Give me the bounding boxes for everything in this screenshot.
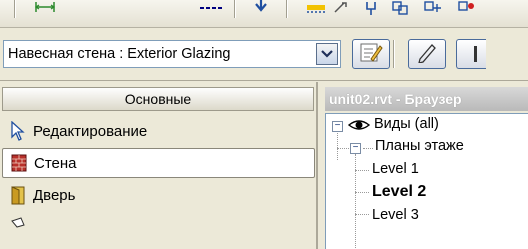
design-bar-tab-basics[interactable]: Основные xyxy=(2,87,314,111)
toolbar-separator xyxy=(286,0,288,18)
type-selector-dropdown[interactable]: Навесная стена : Exterior Glazing xyxy=(3,40,341,68)
tree-line xyxy=(355,214,369,215)
toolbar-separator xyxy=(234,0,236,18)
dim-style-icon[interactable] xyxy=(332,0,350,18)
copy-icon-2[interactable] xyxy=(422,0,444,18)
design-bar-item-door[interactable]: Дверь xyxy=(2,180,315,210)
tree-line xyxy=(355,154,356,249)
eye-icon xyxy=(347,117,371,137)
tree-node-label: Виды (all) xyxy=(374,116,439,132)
project-browser-tree[interactable]: − Виды (all) − Планы этаже Level 1 Level… xyxy=(325,113,528,249)
door-icon xyxy=(7,184,29,206)
tree-line xyxy=(363,148,373,149)
type-selector-bar: Навесная стена : Exterior Glazing xyxy=(0,28,528,81)
tree-node-label: Level 3 xyxy=(372,207,419,223)
tree-node-label: Планы этаже xyxy=(375,138,464,154)
copy-icon[interactable] xyxy=(390,0,412,18)
tree-node-label: Level 2 xyxy=(372,183,427,200)
tag-icon[interactable] xyxy=(198,0,228,18)
toolbar-separator xyxy=(393,40,395,68)
window-icon xyxy=(7,216,29,238)
cut-off-icon xyxy=(474,46,477,62)
project-browser: unit02.rvt - Браузер − Виды (all) − План… xyxy=(320,82,528,249)
dimension-icon[interactable] xyxy=(33,0,57,18)
tree-line xyxy=(355,192,369,193)
tree-line xyxy=(355,170,369,171)
highlight-icon[interactable] xyxy=(305,0,327,18)
delete-icon[interactable] xyxy=(456,0,476,18)
design-bar-item-window[interactable] xyxy=(2,212,315,242)
wall-icon xyxy=(8,152,30,174)
properties-icon xyxy=(359,41,383,67)
toolbar-separator xyxy=(14,0,16,18)
down-arrow-icon[interactable] xyxy=(252,0,270,18)
tree-node-label: Level 1 xyxy=(372,161,419,177)
chevron-down-icon[interactable] xyxy=(316,43,338,65)
collapse-icon[interactable]: − xyxy=(332,121,343,132)
design-bar-item-label: Стена xyxy=(34,154,77,172)
design-bar-item-wall[interactable]: Стена xyxy=(2,148,315,178)
project-browser-title: unit02.rvt - Браузер xyxy=(325,87,528,111)
collapse-icon[interactable]: − xyxy=(350,143,361,154)
design-bar-item-label: Редактирование xyxy=(33,122,148,140)
cursor-icon xyxy=(7,120,29,142)
pin-icon[interactable] xyxy=(362,0,380,18)
tree-line xyxy=(337,130,338,160)
pencil-icon xyxy=(416,41,438,67)
edit-type-button[interactable] xyxy=(408,39,446,69)
type-selector-value: Навесная стена : Exterior Glazing xyxy=(8,46,231,62)
tree-line xyxy=(337,148,349,149)
extra-button[interactable] xyxy=(456,39,486,69)
type-properties-button[interactable] xyxy=(352,39,390,69)
top-toolbar xyxy=(0,0,528,28)
design-bar-item-modify[interactable]: Редактирование xyxy=(2,116,315,146)
design-bar: Основные Редактирование Стена Дверь xyxy=(0,82,318,249)
design-bar-item-label: Дверь xyxy=(33,186,76,204)
